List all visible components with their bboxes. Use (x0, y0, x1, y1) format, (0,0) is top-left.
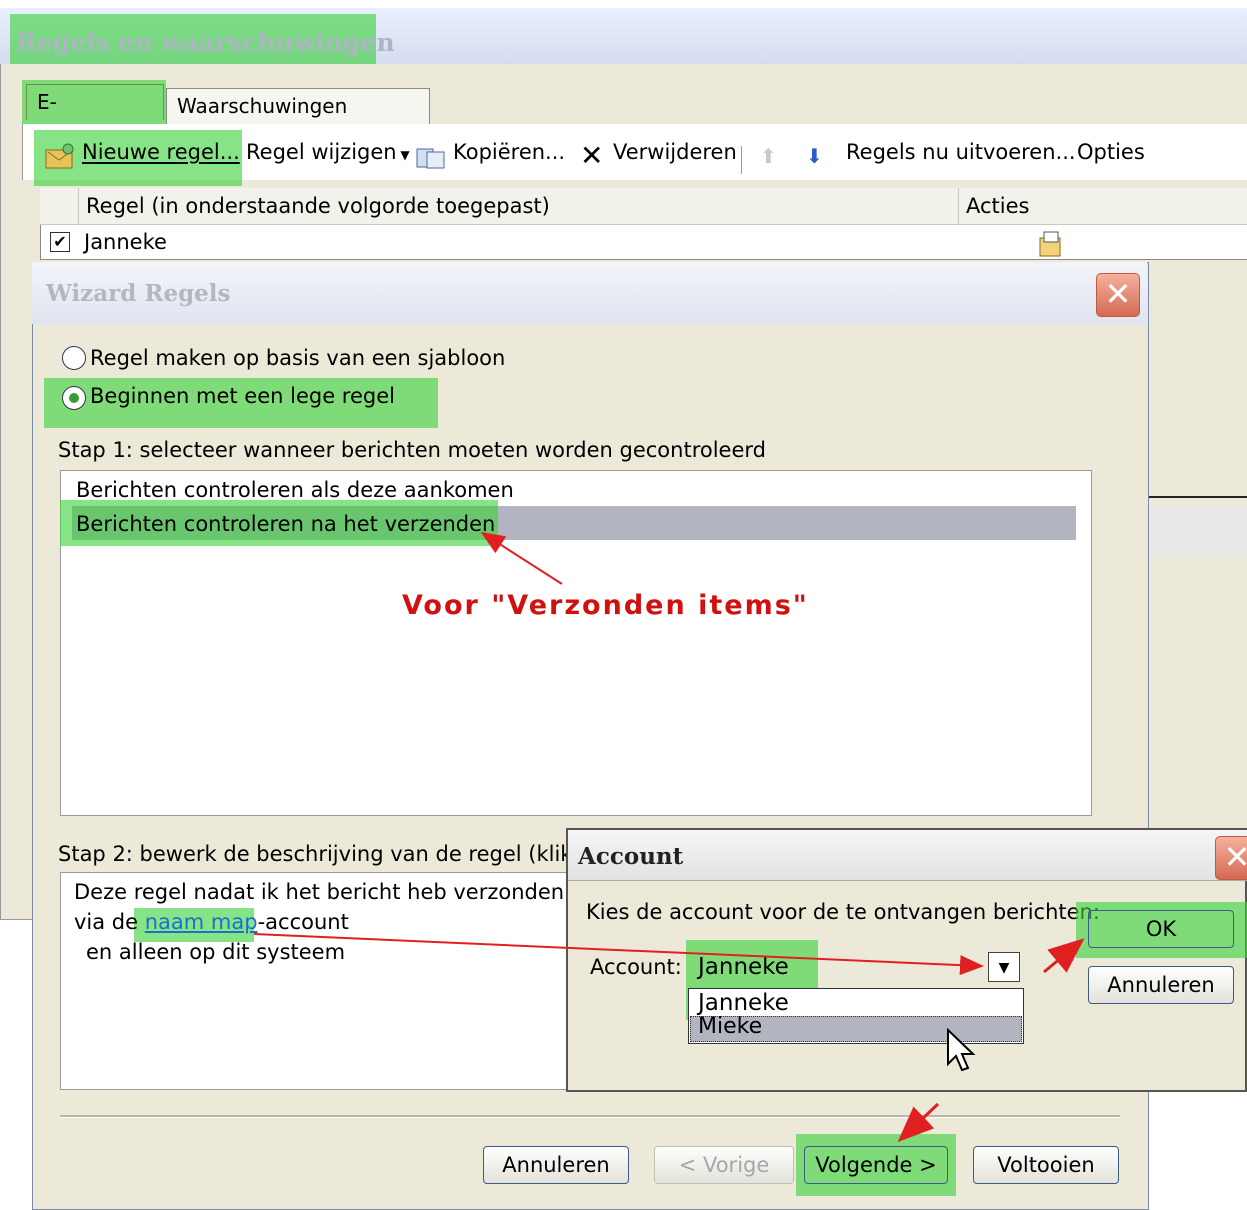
arrow-to-next (897, 1102, 940, 1143)
arrow-to-after-sending (480, 531, 563, 585)
annotation-arrows (253, 531, 1085, 1143)
arrow-to-ok (1043, 938, 1085, 974)
arrow-to-dropdown (253, 933, 984, 976)
